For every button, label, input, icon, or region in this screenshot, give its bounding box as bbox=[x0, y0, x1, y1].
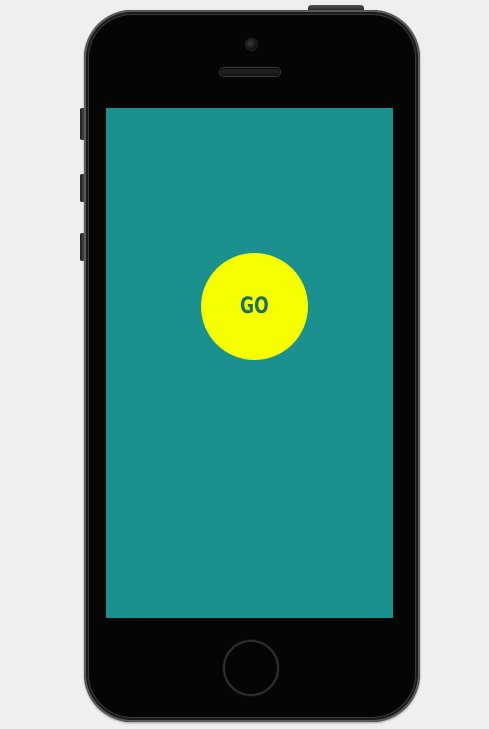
device-mockup-stage: GO bbox=[0, 0, 489, 729]
go-button-label: GO bbox=[240, 294, 269, 319]
home-button-icon[interactable] bbox=[223, 640, 279, 696]
go-button[interactable]: GO bbox=[201, 253, 308, 360]
app-screen: GO bbox=[106, 108, 393, 618]
earpiece-speaker-icon bbox=[220, 68, 280, 76]
front-camera-icon bbox=[246, 39, 257, 50]
phone-body: GO bbox=[84, 10, 420, 722]
